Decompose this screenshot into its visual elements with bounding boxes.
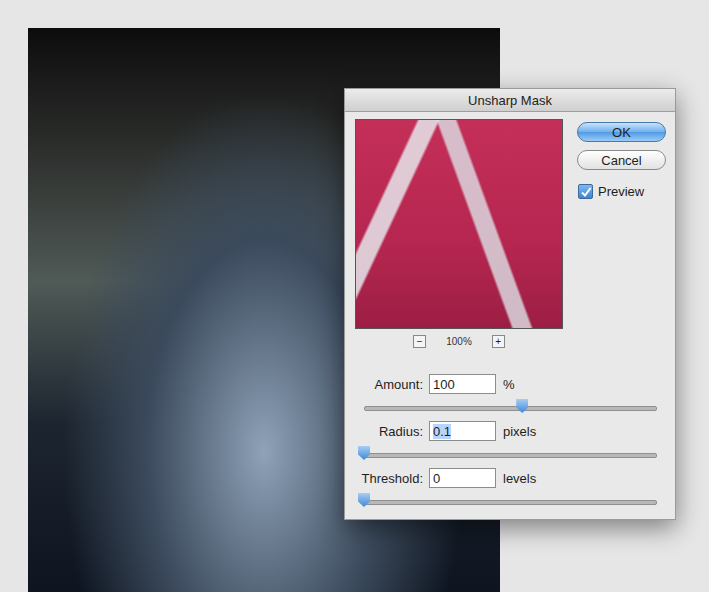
- field-unit: pixels: [503, 424, 536, 439]
- zoom-controls: − 100% +: [413, 335, 505, 348]
- parameter-field: Amount: 100%: [355, 374, 665, 415]
- slider[interactable]: [364, 446, 657, 462]
- title-bar[interactable]: Unsharp Mask: [345, 89, 675, 112]
- dialog-button[interactable]: OK: [577, 122, 666, 142]
- zoom-out-button[interactable]: −: [413, 335, 426, 348]
- unsharp-mask-dialog: Unsharp Mask − 100% + OK Cancel Preview Amount:…: [344, 88, 676, 520]
- slider[interactable]: [364, 399, 657, 415]
- checkbox-label: Preview: [598, 184, 644, 199]
- field-label: Radius:: [355, 424, 423, 439]
- slider[interactable]: [364, 493, 657, 509]
- desktop: Unsharp Mask − 100% + OK Cancel Preview Amount:…: [0, 0, 709, 592]
- zoom-level: 100%: [446, 336, 472, 347]
- preview-checkbox[interactable]: Preview: [577, 184, 666, 199]
- field-input[interactable]: 0: [429, 468, 496, 488]
- field-value: 100: [433, 377, 455, 392]
- field-value: 0: [433, 471, 440, 486]
- field-unit: levels: [503, 471, 536, 486]
- preview-image[interactable]: [355, 119, 563, 329]
- slider-track: [364, 406, 657, 411]
- dialog-title: Unsharp Mask: [468, 93, 552, 108]
- field-value: 0.1: [433, 424, 451, 439]
- field-label: Threshold:: [355, 471, 423, 486]
- slider-track: [364, 453, 657, 458]
- field-input[interactable]: 0.1: [429, 421, 496, 441]
- field-label: Amount:: [355, 377, 423, 392]
- field-input[interactable]: 100: [429, 374, 496, 394]
- parameter-field: Radius: 0.1 pixels: [355, 421, 665, 462]
- check-icon: [580, 186, 592, 198]
- dialog-button[interactable]: Cancel: [577, 150, 666, 170]
- zoom-in-button[interactable]: +: [492, 335, 505, 348]
- parameter-field: Threshold: 0 levels: [355, 468, 665, 509]
- checkbox-box[interactable]: [578, 184, 593, 199]
- field-unit: %: [503, 377, 515, 392]
- slider-track: [364, 500, 657, 505]
